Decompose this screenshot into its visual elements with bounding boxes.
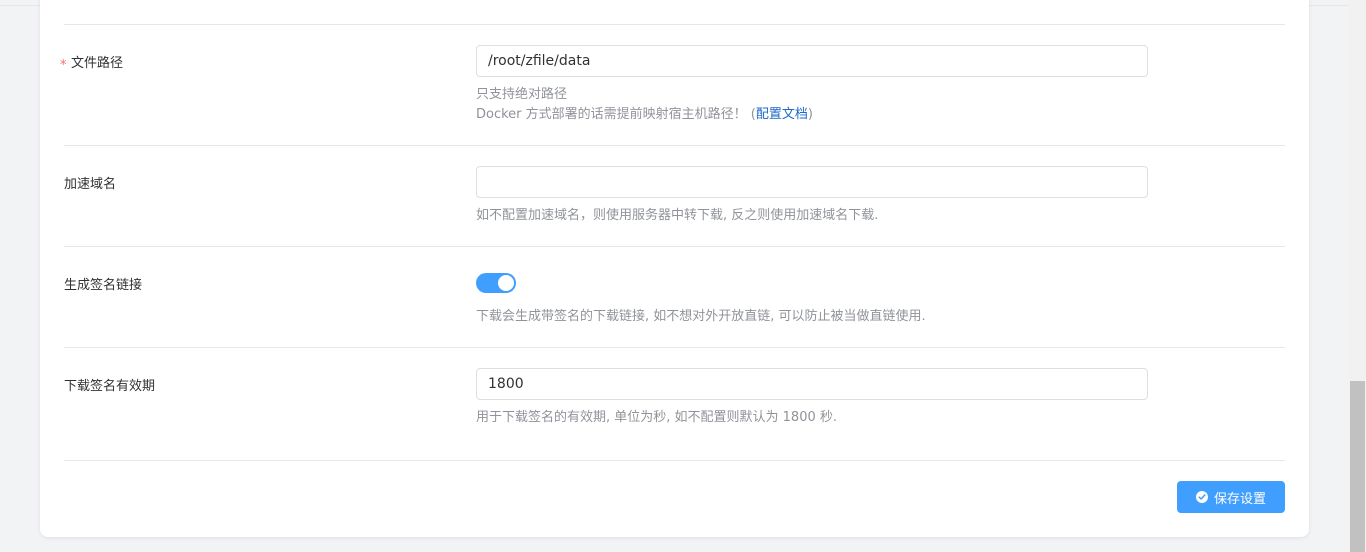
- signed-link-help: 下载会生成带签名的下载链接, 如不想对外开放直链, 可以防止被当做直链使用.: [476, 309, 926, 324]
- signed-link-label: 生成签名链接: [64, 278, 143, 293]
- accel-domain-input[interactable]: [476, 166, 1148, 198]
- check-circle-icon: [1195, 491, 1208, 503]
- config-doc-link[interactable]: 配置文档: [756, 107, 808, 122]
- accel-domain-help: 如不配置加速域名，则使用服务器中转下载, 反之则使用加速域名下载.: [476, 208, 879, 223]
- divider: [64, 24, 1285, 25]
- file-path-help-line1: 只支持绝对路径: [476, 87, 568, 102]
- save-settings-label: 保存设置: [1213, 490, 1266, 506]
- divider: [64, 246, 1285, 247]
- divider: [64, 460, 1285, 461]
- accel-domain-label: 加速域名: [64, 177, 117, 192]
- scrollbar-thumb[interactable]: [1350, 381, 1365, 552]
- signed-link-switch[interactable]: [476, 273, 516, 293]
- file-path-input[interactable]: [476, 45, 1148, 77]
- file-path-help-line2: Docker 方式部署的话需提前映射宿主机路径！ (配置文档): [476, 105, 813, 125]
- required-mark: *: [60, 58, 67, 73]
- settings-card: [40, 0, 1309, 537]
- file-path-help-suffix: ): [807, 107, 813, 122]
- divider: [64, 145, 1285, 146]
- signature-expiry-label: 下载签名有效期: [64, 379, 156, 394]
- file-path-help-prefix: Docker 方式部署的话需提前映射宿主机路径！ (: [476, 107, 756, 122]
- divider: [64, 347, 1285, 348]
- file-path-label: 文件路径: [71, 56, 124, 71]
- signature-expiry-input[interactable]: [476, 368, 1148, 400]
- switch-knob: [498, 275, 514, 291]
- signature-expiry-help: 用于下载签名的有效期, 单位为秒, 如不配置则默认为 1800 秒.: [476, 410, 838, 425]
- save-settings-button[interactable]: 保存设置: [1177, 481, 1285, 513]
